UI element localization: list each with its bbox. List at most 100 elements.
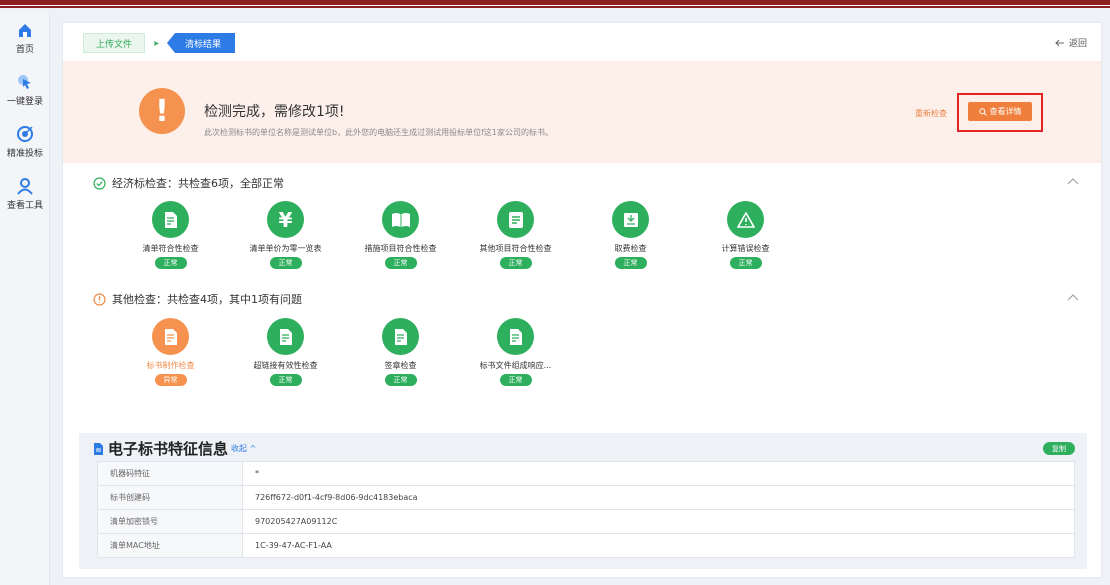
- document-icon: [267, 318, 304, 355]
- sidebar-item-home[interactable]: 首页: [0, 12, 50, 64]
- document-icon: [497, 318, 534, 355]
- check-item[interactable]: 清单符合性检查 正常: [113, 201, 228, 269]
- sidebar-item-label: 一键登录: [6, 97, 43, 107]
- status-badge: 正常: [499, 257, 532, 269]
- yen-icon: ¥: [267, 201, 304, 238]
- check-item[interactable]: 标书文件组成响应... 正常: [458, 318, 573, 386]
- home-icon: [19, 24, 31, 37]
- step-arrow-icon: ➤: [152, 38, 160, 48]
- status-badge: 正常: [269, 374, 302, 386]
- alert-title: 检测完成，需修改1项!: [204, 104, 345, 120]
- table-row: 标书创建码 726ff672-d0f1-4cf9-8d06-9dc4183eba…: [97, 485, 1075, 510]
- other-section-header: 其他检查：共检查4项，其中1项有问题: [93, 291, 302, 307]
- status-badge: 正常: [499, 374, 532, 386]
- status-badge: 正常: [729, 257, 762, 269]
- sidebar-item-precise-bid[interactable]: 精准投标: [0, 116, 50, 168]
- top-banner: [0, 0, 1110, 8]
- row-value: *: [242, 461, 1075, 486]
- exclamation-icon: !: [139, 88, 185, 134]
- back-label: 返回: [1068, 39, 1087, 49]
- row-key: 机器码特征: [97, 461, 243, 486]
- search-icon: [978, 107, 987, 116]
- row-key: 清单加密锁号: [97, 509, 243, 534]
- row-value: 726ff672-d0f1-4cf9-8d06-9dc4183ebaca: [242, 485, 1075, 510]
- check-name: 清单符合性检查: [142, 244, 199, 253]
- check-name: 超链接有效性检查: [253, 361, 318, 370]
- row-value: 1C-39-47-AC-F1-AA: [242, 533, 1075, 558]
- economic-check-list: 清单符合性检查 正常 ¥ 清单单价为零一览表 正常 措施项目符合性检查 正常 其…: [113, 201, 803, 269]
- check-item[interactable]: 签章检查 正常: [343, 318, 458, 386]
- warning-icon: [727, 201, 764, 238]
- back-button[interactable]: 返回: [1055, 36, 1087, 49]
- sidebar-item-view-tools[interactable]: 查看工具: [0, 168, 50, 220]
- sidebar: 首页 一键登录 精准投标 查看工具: [0, 12, 50, 585]
- sidebar-item-quick-login[interactable]: 一键登录: [0, 64, 50, 116]
- status-badge: 正常: [269, 257, 302, 269]
- economic-section-header: 经济标检查：共检查6项，全部正常: [93, 175, 284, 191]
- economic-section-title: 经济标检查：共检查6项，全部正常: [112, 177, 284, 190]
- step-result[interactable]: 清标结果: [167, 33, 236, 53]
- info-header: 电子标书特征信息 收起 ^: [93, 438, 256, 459]
- check-name: 措施项目符合性检查: [364, 244, 437, 253]
- user-search-icon: [17, 178, 33, 195]
- other-section-title: 其他检查：共检查4项，其中1项有问题: [112, 293, 302, 306]
- check-item[interactable]: ¥ 清单单价为零一览表 正常: [228, 201, 343, 269]
- step-breadcrumb: 上传文件 ➤ 清标结果: [83, 33, 236, 53]
- view-detail-button[interactable]: 查看详情: [968, 102, 1032, 121]
- check-name: 计算错误检查: [721, 244, 770, 253]
- document-icon: [152, 318, 189, 355]
- status-badge: 正常: [614, 257, 647, 269]
- check-item[interactable]: 计算错误检查 正常: [688, 201, 803, 269]
- table-row: 清单MAC地址 1C-39-47-AC-F1-AA: [97, 533, 1075, 558]
- row-key: 标书创建码: [97, 485, 243, 510]
- status-badge: 正常: [154, 257, 187, 269]
- book-icon: [382, 201, 419, 238]
- bid-feature-info-panel: 电子标书特征信息 收起 ^ 复制 机器码特征 * 标书创建码 726ff672-…: [79, 433, 1087, 569]
- collapse-label: 收起: [231, 444, 248, 453]
- check-name: 标书文件组成响应...: [479, 361, 552, 370]
- alert-circle-icon: [93, 292, 106, 306]
- other-check-list: 标书制作检查 异常 超链接有效性检查 正常 签章检查 正常 标书文件组成响应..…: [113, 318, 573, 386]
- table-row: 机器码特征 *: [97, 461, 1075, 486]
- result-alert: ! 检测完成，需修改1项! 此次检测标书的单位名称是测试单位b，此外您的电脑还生…: [63, 61, 1101, 163]
- check-item[interactable]: 标书制作检查 异常: [113, 318, 228, 386]
- document-icon: [152, 201, 189, 238]
- target-icon: [17, 126, 33, 142]
- detail-highlight-frame: 查看详情: [957, 93, 1043, 132]
- check-item[interactable]: 措施项目符合性检查 正常: [343, 201, 458, 269]
- collapse-chevron-icon[interactable]: [1067, 292, 1079, 304]
- check-item[interactable]: 其他项目符合性检查 正常: [458, 201, 573, 269]
- collapse-chevron-icon[interactable]: [1067, 176, 1079, 188]
- check-name: 标书制作检查: [146, 361, 195, 370]
- sidebar-item-label: 首页: [15, 45, 34, 55]
- alert-subtitle: 此次检测标书的单位名称是测试单位b，此外您的电脑还生成过测试用投标单位f这1家公…: [204, 128, 553, 137]
- archive-icon: [612, 201, 649, 238]
- info-title: 电子标书特征信息: [108, 440, 229, 458]
- check-item[interactable]: 取费检查 正常: [573, 201, 688, 269]
- document-icon: [382, 318, 419, 355]
- check-item[interactable]: 超链接有效性检查 正常: [228, 318, 343, 386]
- copy-button[interactable]: 复制: [1043, 442, 1075, 455]
- back-icon: [1055, 39, 1064, 46]
- row-value: 970205427A09112C: [242, 509, 1075, 534]
- file-icon: [94, 442, 103, 455]
- check-name: 取费检查: [614, 244, 647, 253]
- main-panel: 上传文件 ➤ 清标结果 返回 ! 检测完成，需修改1项! 此次检测标书的单位名称…: [62, 22, 1102, 578]
- cursor-icon: [18, 75, 31, 89]
- check-name: 清单单价为零一览表: [249, 244, 322, 253]
- list-icon: [497, 201, 534, 238]
- view-detail-label: 查看详情: [989, 107, 1022, 116]
- status-badge: 异常: [154, 374, 187, 386]
- info-table: 机器码特征 * 标书创建码 726ff672-d0f1-4cf9-8d06-9d…: [97, 461, 1075, 558]
- row-key: 清单MAC地址: [97, 533, 243, 558]
- collapse-link[interactable]: 收起 ^: [231, 443, 256, 454]
- status-badge: 正常: [384, 374, 417, 386]
- status-badge: 正常: [384, 257, 417, 269]
- check-circle-icon: [93, 176, 106, 190]
- check-name: 其他项目符合性检查: [479, 244, 552, 253]
- table-row: 清单加密锁号 970205427A09112C: [97, 509, 1075, 534]
- recheck-link[interactable]: 重新检查: [915, 108, 947, 119]
- sidebar-item-label: 查看工具: [6, 201, 43, 211]
- step-upload[interactable]: 上传文件: [83, 33, 146, 53]
- check-name: 签章检查: [384, 361, 417, 370]
